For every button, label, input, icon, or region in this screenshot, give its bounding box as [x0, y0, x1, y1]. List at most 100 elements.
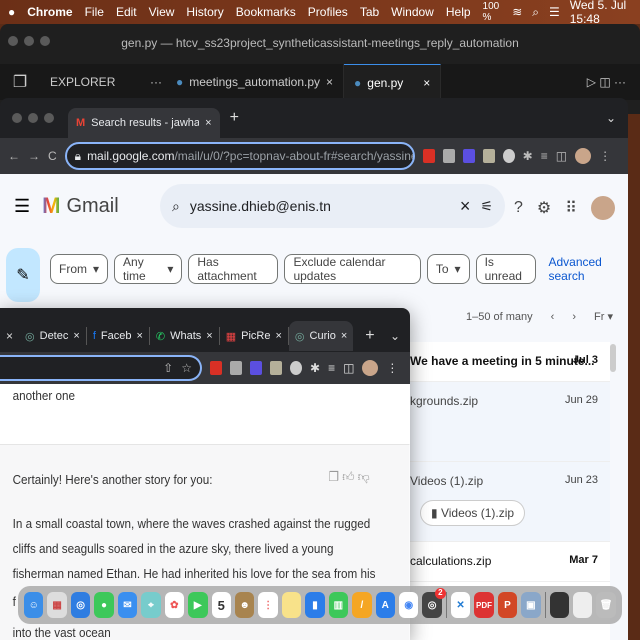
reading-list-icon[interactable]: ≡ [328, 361, 335, 375]
extension-icon[interactable] [422, 149, 435, 163]
safari-icon[interactable]: ◎ [70, 592, 91, 618]
account-avatar[interactable] [590, 196, 615, 220]
tab[interactable]: ▦ PicRe × [220, 327, 289, 345]
chrome-icon[interactable]: ◉ [399, 592, 419, 618]
menu-file[interactable]: File [85, 5, 104, 19]
search-input[interactable]: ⌕ yassine.dhieb@enis.tn × ⚟ [160, 184, 505, 228]
extension-icon[interactable] [230, 361, 242, 375]
tab[interactable]: ✆ Whats × [150, 327, 220, 345]
app-store-icon[interactable]: A [375, 592, 395, 618]
search-icon[interactable]: ⌕ [532, 5, 539, 20]
menu-profiles[interactable]: Profiles [308, 5, 348, 19]
close-icon[interactable]: × [326, 75, 333, 89]
reminders-icon[interactable]: ⋮ [258, 592, 278, 618]
chatgpt-app-icon[interactable]: ◎ 2 [422, 588, 446, 618]
filter-from[interactable]: From ▾ [50, 254, 109, 284]
scrollbar[interactable] [610, 344, 616, 372]
filter-to[interactable]: To ▾ [426, 254, 470, 284]
search-icon[interactable]: ⌕ [172, 198, 180, 215]
forward-icon[interactable]: → [28, 149, 40, 163]
menu-view[interactable]: View [149, 5, 175, 19]
vscode-icon[interactable]: ✕ [450, 592, 471, 618]
avatar[interactable] [575, 148, 592, 164]
next-page-icon[interactable]: › [572, 311, 576, 323]
filter-is-unread[interactable]: Is unread [475, 254, 537, 284]
notes-icon[interactable] [281, 592, 302, 618]
new-tab-button[interactable]: + [365, 327, 374, 345]
avatar[interactable] [362, 360, 379, 376]
menu-kebab-icon[interactable]: ⋮ [386, 361, 398, 375]
menu-help[interactable]: Help [446, 5, 471, 19]
gmail-logo[interactable]: M Gmail [42, 193, 119, 219]
close-icon[interactable]: × [423, 76, 430, 90]
powerpoint-icon[interactable]: P [497, 592, 518, 618]
share-icon[interactable]: ⇧ [163, 361, 173, 375]
tab-meetings-automation[interactable]: ● meetings_automation.py × [166, 64, 345, 100]
apple-icon[interactable]: ● [8, 5, 15, 19]
pdf-app-icon[interactable]: PDF [474, 592, 494, 618]
phone-mirror-icon[interactable] [549, 592, 569, 618]
tab-search-chevron-icon[interactable]: ⌄ [606, 111, 616, 125]
contacts-icon[interactable]: ☻ [234, 592, 255, 618]
facetime-icon[interactable]: ▶ [188, 592, 208, 618]
help-icon[interactable]: ? [514, 199, 523, 217]
extension-icon[interactable] [250, 361, 262, 375]
tab[interactable]: ◎ Detec × [19, 327, 87, 345]
tab-active[interactable]: ◎ Curio × [288, 321, 354, 351]
extension-icon[interactable] [482, 149, 495, 163]
tab-gmail-search[interactable]: M Search results - jawharsd@gm × [68, 108, 220, 138]
close-icon[interactable]: × [0, 329, 19, 343]
extension-icon[interactable] [290, 361, 302, 375]
window-controls[interactable] [12, 113, 54, 123]
maps-icon[interactable]: ⌖ [141, 592, 161, 618]
photos-icon[interactable]: ✿ [164, 592, 185, 618]
list-item[interactable]: We have a meeting in 5 minute... Jul 3 [400, 342, 610, 382]
input-tools-button[interactable]: Fr ▾ [594, 310, 613, 323]
extension-icon[interactable] [210, 361, 222, 375]
hamburger-menu-icon[interactable]: ☰ [14, 196, 30, 217]
filter-exclude-calendar[interactable]: Exclude calendar updates [284, 254, 421, 284]
advanced-search-link[interactable]: Advanced search [548, 255, 628, 283]
reload-icon[interactable]: C [48, 149, 57, 163]
filter-any-time[interactable]: Any time ▾ [114, 254, 183, 284]
clear-search-icon[interactable]: × [460, 196, 471, 217]
apps-grid-icon[interactable]: ⠿ [565, 198, 577, 218]
clock[interactable]: Wed 5. Jul 15:48 [570, 0, 632, 26]
address-bar[interactable]: ⇧ ☆ [0, 355, 202, 381]
pages-icon[interactable]: / [352, 592, 372, 618]
preview-icon[interactable]: ▣ [521, 592, 541, 618]
menu-edit[interactable]: Edit [116, 5, 137, 19]
calendar-icon[interactable]: 5 [211, 592, 231, 618]
back-icon[interactable]: ← [8, 149, 20, 163]
control-center-icon[interactable]: ☰ [549, 5, 560, 19]
run-icon[interactable]: ▷ ◫ ··· [587, 75, 626, 89]
menu-bookmarks[interactable]: Bookmarks [236, 5, 296, 19]
settings-gear-icon[interactable]: ⚙ [537, 198, 551, 218]
list-item[interactable]: calculations.zip Mar 7 [400, 542, 610, 582]
extensions-puzzle-icon[interactable]: ✱ [523, 149, 533, 163]
explorer-icon[interactable]: ❐ [0, 72, 40, 92]
extension-icon[interactable] [270, 361, 282, 375]
battery-status[interactable]: 100 % [483, 1, 503, 23]
attachment-chip[interactable]: ▮ Videos (1).zip [420, 500, 526, 526]
new-tab-button[interactable]: + [230, 109, 239, 127]
list-item[interactable]: Videos (1).zip Jun 23 ▮ Videos (1).zip [400, 462, 610, 542]
filter-has-attachment[interactable]: Has attachment [188, 254, 279, 284]
copy-icon[interactable]: ❐ 👍︎ 👎︎ [329, 469, 370, 485]
menu-app[interactable]: Chrome [27, 5, 72, 19]
numbers-icon[interactable]: ▥ [328, 592, 349, 618]
compose-button[interactable]: ✎ [6, 248, 40, 302]
list-item[interactable]: kgrounds.zip Jun 29 [400, 382, 610, 462]
prev-page-icon[interactable]: ‹ [551, 311, 555, 323]
extension-icon[interactable] [442, 149, 455, 163]
menu-kebab-icon[interactable]: ⋮ [599, 149, 611, 163]
menu-tab[interactable]: Tab [360, 5, 379, 19]
messages-icon[interactable]: ● [94, 592, 114, 618]
mail-icon[interactable]: ✉ [117, 592, 138, 618]
address-bar[interactable]: 🔒︎ mail.google.com/mail/u/0/?pc=topnav-ab… [64, 142, 415, 170]
search-options-icon[interactable]: ⚟ [480, 198, 493, 215]
side-panel-icon[interactable]: ◫ [556, 149, 567, 163]
explorer-more[interactable]: ··· [150, 75, 166, 89]
launchpad-icon[interactable]: ▦ [47, 592, 67, 618]
wifi-icon[interactable]: ≋ [512, 5, 522, 19]
